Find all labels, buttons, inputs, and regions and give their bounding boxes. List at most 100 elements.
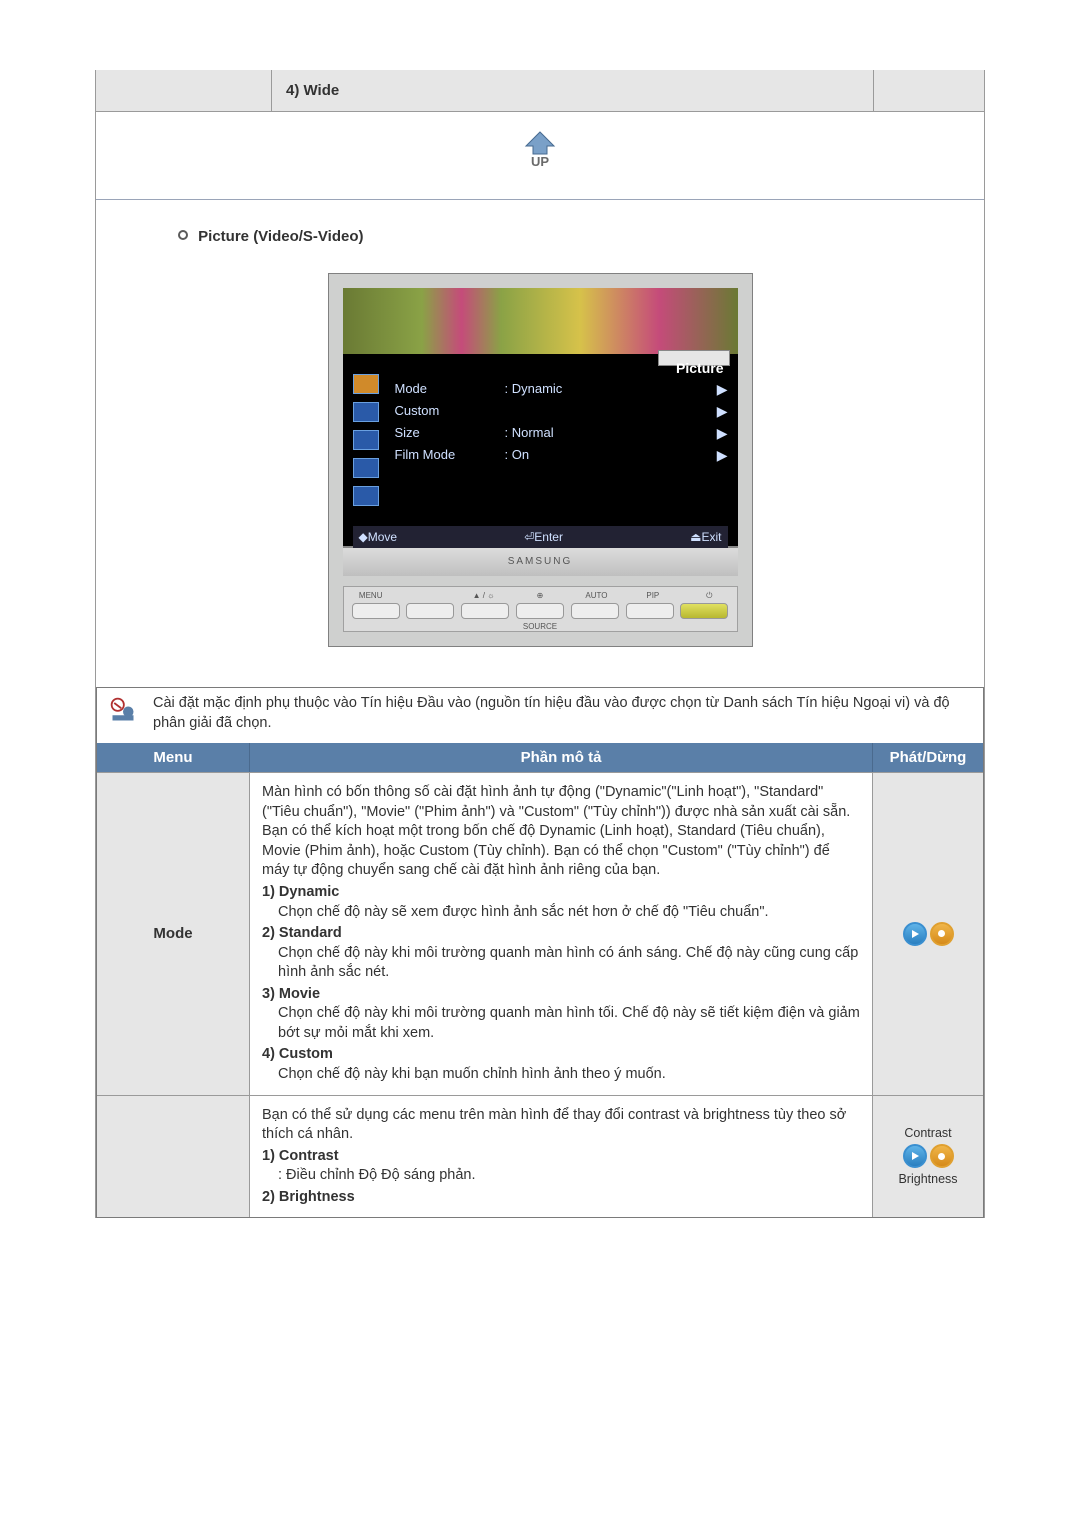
- mode-opt4-body: Chọn chế độ này khi bạn muốn chỉnh hình …: [278, 1065, 860, 1085]
- table-header-menu: Menu: [97, 743, 250, 772]
- table-header-desc: Phần mô tả: [250, 743, 873, 772]
- hardware-button: [516, 603, 564, 619]
- prev-size-mid-cell: 4) Wide: [272, 70, 874, 111]
- hardware-button: [461, 603, 509, 619]
- osd-nav-icon: [353, 402, 379, 422]
- osd-setting-value: : Normal: [505, 422, 702, 444]
- osd-base-buttons: [344, 603, 737, 619]
- hardware-button: [406, 603, 454, 619]
- chevron-right-icon: ▶: [717, 400, 728, 422]
- play-icon[interactable]: [903, 922, 927, 946]
- note-row: Cài đặt mặc định phụ thuộc vào Tín hiệu …: [97, 688, 983, 743]
- mode-opt4-heading: 4) Custom: [262, 1045, 860, 1065]
- row-menu-name: [97, 1096, 250, 1218]
- play-pause-pair: [903, 1144, 954, 1168]
- osd-footer-move: ◆Move: [359, 530, 398, 544]
- osd-photo-background: [343, 288, 738, 354]
- hardware-button: [352, 603, 400, 619]
- osd-setting-label: Size: [395, 422, 505, 444]
- osd-setting-label: Custom: [395, 400, 505, 422]
- osd-title: Picture: [676, 360, 723, 376]
- content-column: 4) Wide UP Picture (Video/S-Video) Pictu…: [95, 70, 985, 1218]
- osd-setting-row: Film Mode: On: [395, 444, 702, 466]
- side-label-contrast: Contrast: [904, 1126, 951, 1140]
- mode-opt2-heading: 2) Standard: [262, 924, 860, 944]
- note-text: Cài đặt mặc định phụ thuộc vào Tín hiệu …: [153, 694, 971, 733]
- osd-screen: Picture Mode: Dynamic Custom Size: Norma…: [343, 288, 738, 546]
- up-text: UP: [531, 154, 549, 169]
- table-header: Menu Phần mô tả Phát/Dừng: [97, 743, 983, 772]
- osd-setting-row: Custom: [395, 400, 702, 422]
- osd-footer-enter-label: Enter: [534, 530, 563, 544]
- osd-settings-list: Mode: Dynamic Custom Size: Normal Film M…: [395, 378, 702, 466]
- osd-setting-row: Size: Normal: [395, 422, 702, 444]
- table-row: Bạn có thể sử dụng các menu trên màn hìn…: [97, 1095, 983, 1218]
- prev-size-right-cell: [874, 70, 984, 111]
- osd-arrow-column: ▶ ▶ ▶ ▶: [717, 378, 728, 466]
- pause-icon[interactable]: [930, 1144, 954, 1168]
- play-pause-pair: [903, 922, 954, 946]
- osd-footer: ◆Move ⏎Enter ⏏Exit: [353, 526, 728, 548]
- row-play-cell: Contrast Brightness: [873, 1096, 983, 1218]
- osd-screenshot: Picture Mode: Dynamic Custom Size: Norma…: [328, 273, 753, 647]
- osd-bezel: SAMSUNG: [343, 546, 738, 576]
- pause-icon[interactable]: [930, 922, 954, 946]
- table-header-play: Phát/Dừng: [873, 743, 983, 772]
- osd-base-label: AUTO: [577, 591, 615, 601]
- osd-base-label: ⏻: [690, 591, 728, 601]
- move-icon: ◆: [359, 530, 368, 544]
- osd-footer-enter: ⏎Enter: [524, 530, 563, 544]
- osd-footer-exit-label: Exit: [701, 530, 721, 544]
- prev-size-label: 4) Wide: [286, 82, 339, 99]
- osd-setting-value: [505, 400, 702, 422]
- row-description: Bạn có thể sử dụng các menu trên màn hìn…: [250, 1096, 873, 1218]
- custom-opt2-heading: 2) Brightness: [262, 1188, 860, 1208]
- chevron-right-icon: ▶: [717, 444, 728, 466]
- osd-base-label: PIP: [634, 591, 672, 601]
- mode-opt2-body: Chọn chế độ này khi môi trường quanh màn…: [278, 944, 860, 983]
- mode-opt3-body: Chọn chế độ này khi môi trường quanh màn…: [278, 1004, 860, 1043]
- mode-opt1-heading: 1) Dynamic: [262, 883, 860, 903]
- chevron-right-icon: ▶: [717, 378, 728, 400]
- page: 4) Wide UP Picture (Video/S-Video) Pictu…: [0, 0, 1080, 1518]
- osd-nav-icon: [353, 374, 379, 394]
- prev-size-left-cell: [96, 70, 272, 111]
- osd-setting-row: Mode: Dynamic: [395, 378, 702, 400]
- osd-base-source-label: SOURCE: [344, 622, 737, 631]
- exit-icon: ⏏: [690, 530, 701, 544]
- osd-nav-icon: [353, 486, 379, 506]
- section-title-row: Picture (Video/S-Video): [96, 200, 984, 253]
- side-label-brightness: Brightness: [898, 1172, 957, 1186]
- table-row: Mode Màn hình có bốn thông số cài đặt hì…: [97, 772, 983, 1094]
- osd-base-label: [408, 591, 446, 601]
- mode-intro-text: Màn hình có bốn thông số cài đặt hình ản…: [262, 783, 860, 881]
- custom-opt1-heading: 1) Contrast: [262, 1147, 860, 1167]
- hardware-power-button: [680, 603, 728, 619]
- prev-size-row: 4) Wide: [96, 70, 984, 112]
- osd-base-label: ▲ / ☼: [464, 591, 502, 601]
- hardware-button: [571, 603, 619, 619]
- osd-setting-value: : Dynamic: [505, 378, 702, 400]
- chevron-right-icon: ▶: [717, 422, 728, 444]
- play-icon[interactable]: [903, 1144, 927, 1168]
- osd-footer-exit: ⏏Exit: [690, 530, 721, 544]
- row-description: Màn hình có bốn thông số cài đặt hình ản…: [250, 773, 873, 1094]
- up-icon[interactable]: UP: [516, 161, 564, 177]
- osd-button-labels: MENU ▲ / ☼ ⊕ AUTO PIP ⏻: [344, 591, 737, 601]
- hardware-button: [626, 603, 674, 619]
- bullet-icon: [178, 230, 188, 240]
- description-frame: Cài đặt mặc định phụ thuộc vào Tín hiệu …: [96, 687, 984, 1218]
- custom-intro-text: Bạn có thể sử dụng các menu trên màn hìn…: [262, 1106, 860, 1145]
- row-play-cell: [873, 773, 983, 1094]
- section-title: Picture (Video/S-Video): [198, 228, 363, 245]
- osd-footer-move-label: Move: [368, 530, 397, 544]
- osd-setting-value: : On: [505, 444, 702, 466]
- osd-base-label: ⊕: [521, 591, 559, 601]
- osd-nav-icon: [353, 430, 379, 450]
- osd-nav-icon: [353, 458, 379, 478]
- row-menu-name: Mode: [97, 773, 250, 1094]
- osd-icon-column: [353, 374, 383, 514]
- osd-setting-label: Film Mode: [395, 444, 505, 466]
- enter-icon: ⏎: [524, 530, 534, 544]
- mode-opt1-body: Chọn chế độ này sẽ xem được hình ảnh sắc…: [278, 903, 860, 923]
